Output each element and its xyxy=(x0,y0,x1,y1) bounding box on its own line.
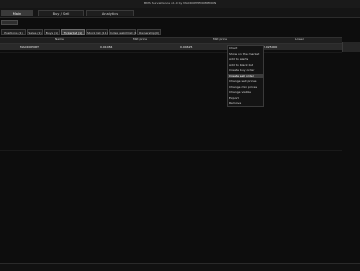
filter-ownership[interactable]: Ownership(0) xyxy=(137,29,161,35)
menu-item-change-min-prices[interactable]: Change min prices xyxy=(229,85,257,90)
filter-tickerlist[interactable]: Tickerlist (1) xyxy=(61,29,85,35)
table-header xyxy=(0,37,342,44)
tab-analytics[interactable]: Analytics xyxy=(86,10,134,16)
tab-main[interactable]: Main xyxy=(1,10,33,16)
column-header-mkt-price-2[interactable]: Mkt price xyxy=(213,37,227,42)
menu-item-chart[interactable]: Chart xyxy=(229,46,237,51)
cell-value-1: 0.91084 xyxy=(100,45,113,49)
filter-sales[interactable]: Sales (1) xyxy=(27,29,43,35)
menu-item-show-on-market[interactable]: Show on the market xyxy=(229,52,259,57)
grid-line xyxy=(0,52,342,53)
column-header-lower[interactable]: Lower xyxy=(295,37,304,42)
menu-item-create-sell-order[interactable]: Create sell order xyxy=(228,73,264,78)
menu-item-remove[interactable]: Remove xyxy=(229,101,241,106)
grid-line xyxy=(0,150,342,151)
cell-value-2: 0.04625 xyxy=(180,45,193,49)
table-row[interactable] xyxy=(0,44,342,50)
menu-item-add-to-black-list[interactable]: Add to black list xyxy=(229,63,253,68)
menu-item-add-to-alerts[interactable]: Add to alerts xyxy=(229,57,248,62)
filter-index-watchlist[interactable]: Index watchlist (1) xyxy=(109,29,138,35)
filter-buys[interactable]: Buys (1) xyxy=(44,29,60,35)
filter-stock-list[interactable]: Stock list (11) xyxy=(86,29,108,35)
menu-item-change-sell-prices[interactable]: Change sell prices xyxy=(229,79,257,84)
cell-value-3: 2.025000 xyxy=(263,45,278,49)
menu-item-create-buy-order[interactable]: Create buy order xyxy=(229,68,254,73)
column-settings-panel[interactable] xyxy=(342,42,360,52)
column-header-name[interactable]: Name xyxy=(55,37,64,42)
filter-positions[interactable]: Positions (1) xyxy=(1,29,26,35)
cell-name: MACROPORT xyxy=(20,45,39,49)
window-title: MMS Surveillance v1.0 by MACROPHENOMENON xyxy=(143,1,217,5)
tab-buy-sell[interactable]: Buy / Sell xyxy=(38,10,84,16)
toolbar-button[interactable] xyxy=(1,20,18,25)
menu-item-export[interactable]: Export xyxy=(229,96,239,101)
column-header-mkt-price[interactable]: Mkt price xyxy=(133,37,147,42)
menu-item-change-visible[interactable]: Change visible xyxy=(229,90,251,95)
